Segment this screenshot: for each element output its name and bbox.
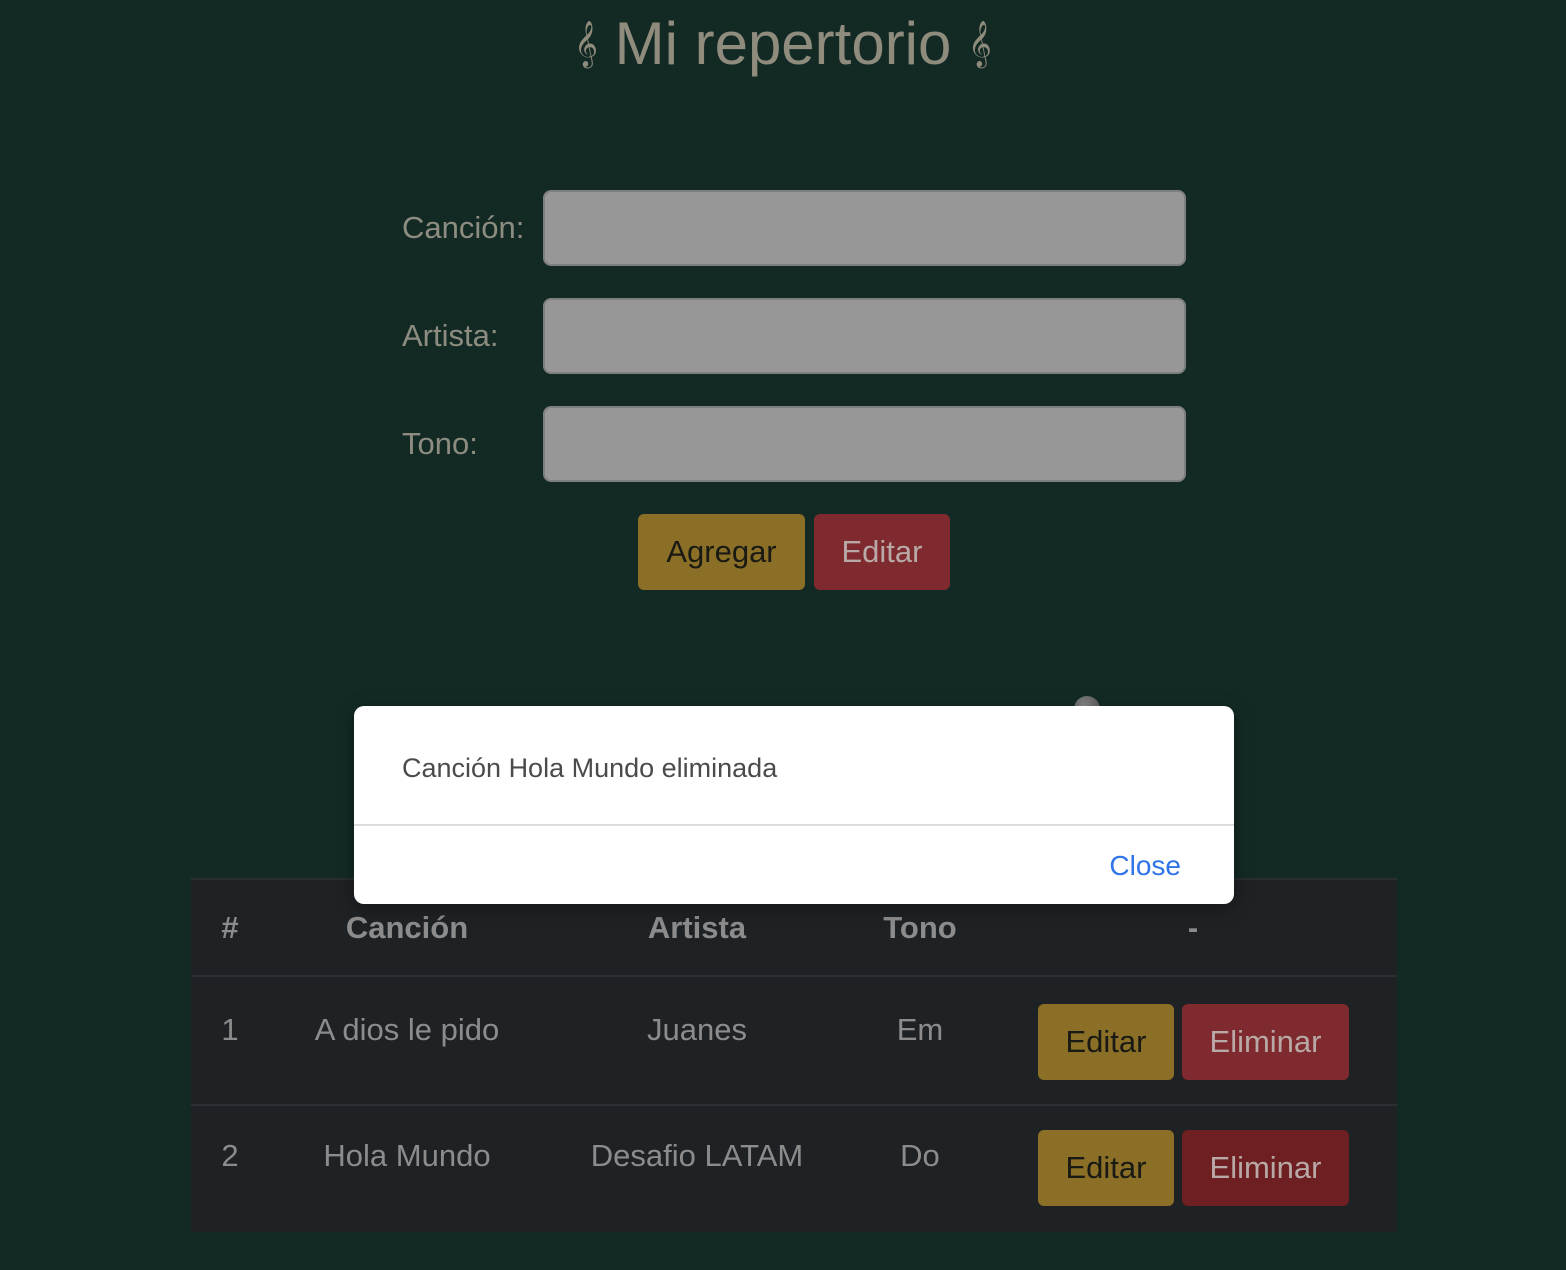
artist-label: Artista: [402, 318, 499, 353]
modal-close-button[interactable]: Close [1109, 848, 1181, 884]
table-cell-song: A dios le pido [314, 1012, 500, 1047]
table-cell-song: Hola Mundo [323, 1138, 491, 1173]
page-title-text: Mi repertorio [614, 10, 952, 77]
add-button[interactable]: Agregar [638, 514, 805, 590]
column-header-key: Tono [883, 910, 957, 945]
key-label: Tono: [402, 426, 478, 461]
table-cell-key: Do [900, 1138, 940, 1173]
modal-divider [354, 824, 1234, 826]
modal-message: Canción Hola Mundo eliminada [402, 753, 778, 783]
row-delete-button[interactable]: Eliminar [1182, 1130, 1349, 1206]
row-edit-button[interactable]: Editar [1038, 1130, 1174, 1206]
row-edit-button[interactable]: Editar [1038, 1004, 1174, 1080]
page: 𝄞 Mi repertorio 𝄞 Canción: Artista: Tono… [0, 0, 1566, 1270]
table-cell-artist: Juanes [647, 1012, 747, 1047]
song-label: Canción: [402, 210, 525, 245]
treble-clef-icon: 𝄞 [574, 21, 598, 68]
column-header-artist: Artista [647, 910, 747, 945]
table-cell-number: 2 [221, 1138, 239, 1173]
alert-modal: Canción Hola Mundo eliminada Close [354, 706, 1234, 904]
artist-input[interactable] [543, 298, 1186, 374]
page-title: 𝄞 Mi repertorio 𝄞 [0, 6, 1566, 86]
key-input[interactable] [543, 406, 1186, 482]
treble-clef-icon: 𝄞 [968, 21, 992, 68]
song-input[interactable] [543, 190, 1186, 266]
column-header-number: # [221, 910, 239, 945]
row-delete-button[interactable]: Eliminar [1182, 1004, 1349, 1080]
table-cell-artist: Desafio LATAM [590, 1138, 804, 1173]
column-header-actions: - [1187, 910, 1199, 945]
column-header-song: Canción [345, 910, 469, 945]
table-cell-key: Em [896, 1012, 944, 1047]
table-divider [191, 1104, 1397, 1106]
table-cell-number: 1 [221, 1012, 239, 1047]
edit-button[interactable]: Editar [814, 514, 950, 590]
table-divider [191, 975, 1397, 977]
